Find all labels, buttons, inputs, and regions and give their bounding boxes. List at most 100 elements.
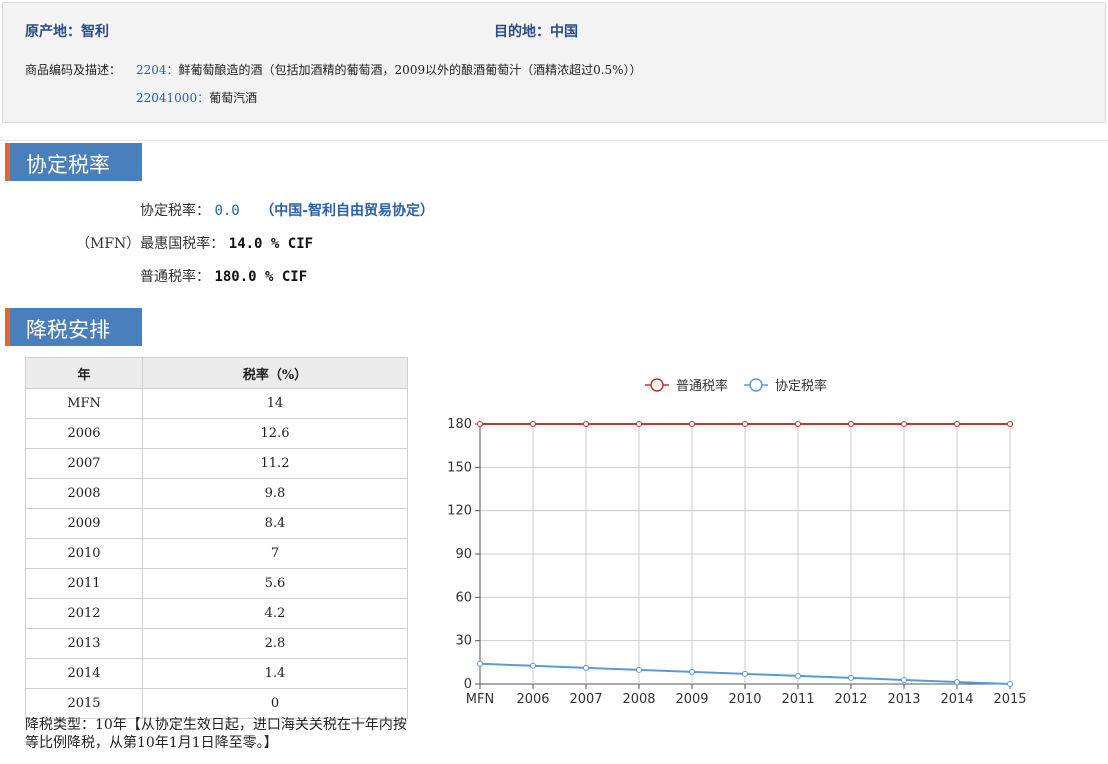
table-row: 2011 5.6 — [25, 568, 408, 599]
rate-cell: 12.6 — [142, 418, 408, 449]
hs-code-link[interactable]: 22041000： — [136, 91, 209, 105]
legend-label: 普通税率 — [676, 378, 728, 394]
hs-code-label: 商品编码及描述： — [25, 63, 122, 77]
x-tick-label: 2008 — [622, 692, 655, 707]
agreement-name: （中国-智利自由贸易协定） — [260, 203, 435, 219]
data-point — [901, 676, 907, 683]
rate-cell: 0 — [142, 688, 408, 719]
x-axis: MFN 2006 2007 2008 2009 2010 2011 2012 2013 2014 2… — [466, 684, 1027, 707]
mfn-rate-value: 14.0 % CIF — [228, 236, 314, 252]
y-tick-label: 60 — [455, 590, 472, 605]
table-row: 2013 2.8 — [25, 628, 408, 659]
hs-line-1: 2204：鲜葡萄酿造的酒（包括加酒精的葡萄酒，2009以外的酿酒葡萄汁（酒精浓超… — [136, 61, 642, 78]
data-point — [742, 421, 748, 427]
general-rate-row: 普通税率： 180.0 % CIF — [140, 266, 307, 286]
divider — [0, 140, 1108, 141]
data-point — [477, 421, 483, 427]
general-rate-value: 180.0 % CIF — [214, 269, 308, 285]
x-tick-label: 2015 — [993, 692, 1026, 707]
rate-line-chart: 普通税率 协定税率 0 30 60 90 120 150 180 MFN 2006 2007 200… — [447, 378, 1027, 707]
data-point — [954, 421, 960, 427]
general-rate-label: 普通税率： — [140, 269, 210, 285]
y-tick-label: 90 — [455, 547, 472, 562]
table-row: 2015 0 — [25, 688, 408, 719]
section-title: 协定税率 — [26, 153, 110, 177]
data-point — [848, 421, 854, 427]
data-point — [1007, 421, 1013, 427]
x-tick-label: 2013 — [887, 692, 920, 707]
rate-cell: 8.4 — [142, 508, 408, 539]
data-point — [954, 678, 960, 685]
agreed-rate-row: 协定税率： 0.0 （中国-智利自由贸易协定） — [140, 200, 434, 220]
origin-label: 原产地：智利 — [25, 24, 109, 40]
table-row: 2014 1.4 — [25, 658, 408, 689]
data-point — [742, 670, 748, 677]
y-tick-label: 120 — [447, 504, 472, 519]
rate-cell: 11.2 — [142, 448, 408, 479]
year-cell: 2015 — [25, 688, 143, 719]
year-cell: 2013 — [25, 628, 143, 659]
agreed-rate-label: 协定税率： — [140, 203, 210, 219]
data-point — [689, 668, 695, 675]
y-tick-label: 30 — [455, 634, 472, 649]
hs-description: 葡萄汽酒 — [209, 91, 258, 105]
year-cell: 2007 — [25, 448, 143, 479]
rate-cell: 2.8 — [142, 628, 408, 659]
hs-line-2: 22041000：葡萄汽酒 — [136, 89, 257, 106]
hs-code-link[interactable]: 2204： — [136, 63, 179, 77]
column-header-rate: 税率（%） — [142, 357, 408, 389]
year-cell: MFN — [25, 388, 143, 419]
year-cell: 2012 — [25, 598, 143, 629]
hs-description: 鲜葡萄酿造的酒（包括加酒精的葡萄酒，2009以外的酿酒葡萄汁（酒精浓超过0.5%… — [178, 63, 642, 77]
rate-cell: 14 — [142, 388, 408, 419]
table-row: 2008 9.8 — [25, 478, 408, 509]
x-tick-label: 2007 — [569, 692, 602, 707]
legend-marker — [749, 378, 763, 392]
agreed-rate-value: 0.0 — [214, 203, 240, 219]
data-point — [848, 674, 854, 681]
table-row: 2009 8.4 — [25, 508, 408, 539]
section-header-reduction-schedule: 降税安排 — [5, 308, 142, 346]
rate-cell: 1.4 — [142, 658, 408, 689]
y-axis: 0 30 60 90 120 150 180 — [447, 417, 481, 692]
year-cell: 2009 — [25, 508, 143, 539]
reduction-schedule-table: 年 税率（%） MFN 14 2006 12.6 2007 11.2 2008 9.8 2009… — [25, 357, 408, 719]
legend-label: 协定税率 — [775, 378, 827, 394]
table-row: 2012 4.2 — [25, 598, 408, 629]
destination-label: 目的地：中国 — [494, 24, 578, 40]
data-point — [1007, 681, 1013, 687]
column-header-year: 年 — [25, 357, 143, 389]
data-point — [795, 421, 801, 427]
x-tick-label: 2010 — [728, 692, 761, 707]
data-point — [583, 421, 589, 427]
year-cell: 2014 — [25, 658, 143, 689]
reduction-type-note: 降税类型：10年【从协定生效日起，进口海关关税在十年内按等比例降税，从第10年1… — [25, 717, 407, 751]
year-cell: 2008 — [25, 478, 143, 509]
data-point — [583, 664, 589, 671]
section-header-agreed-rate: 协定税率 — [5, 143, 142, 181]
year-cell: 2011 — [25, 568, 143, 599]
chart-grid — [480, 423, 1011, 685]
mfn-rate-row: （MFN）最惠国税率： 14.0 % CIF — [76, 233, 313, 253]
legend-marker — [650, 378, 664, 392]
x-tick-label: 2014 — [940, 692, 973, 707]
table-row: MFN 14 — [25, 388, 408, 419]
section-title: 降税安排 — [26, 318, 110, 342]
x-tick-label: 2011 — [781, 692, 814, 707]
x-tick-label: MFN — [466, 692, 494, 707]
product-info-panel: 原产地：智利 目的地：中国 商品编码及描述： 2204：鲜葡萄酿造的酒（包括加酒… — [2, 2, 1106, 123]
rate-cell: 7 — [142, 538, 408, 569]
table-header-row: 年 税率（%） — [25, 357, 408, 389]
y-tick-label: 150 — [447, 460, 472, 475]
data-point — [636, 421, 642, 427]
rate-cell: 4.2 — [142, 598, 408, 629]
data-point — [530, 421, 536, 427]
rate-cell: 9.8 — [142, 478, 408, 509]
year-cell: 2010 — [25, 538, 143, 569]
table-row: 2010 7 — [25, 538, 408, 569]
data-point — [901, 421, 907, 427]
data-point — [795, 672, 801, 679]
y-tick-label: 180 — [447, 417, 472, 432]
data-point — [477, 660, 483, 667]
mfn-rate-label: （MFN）最惠国税率： — [76, 236, 225, 252]
